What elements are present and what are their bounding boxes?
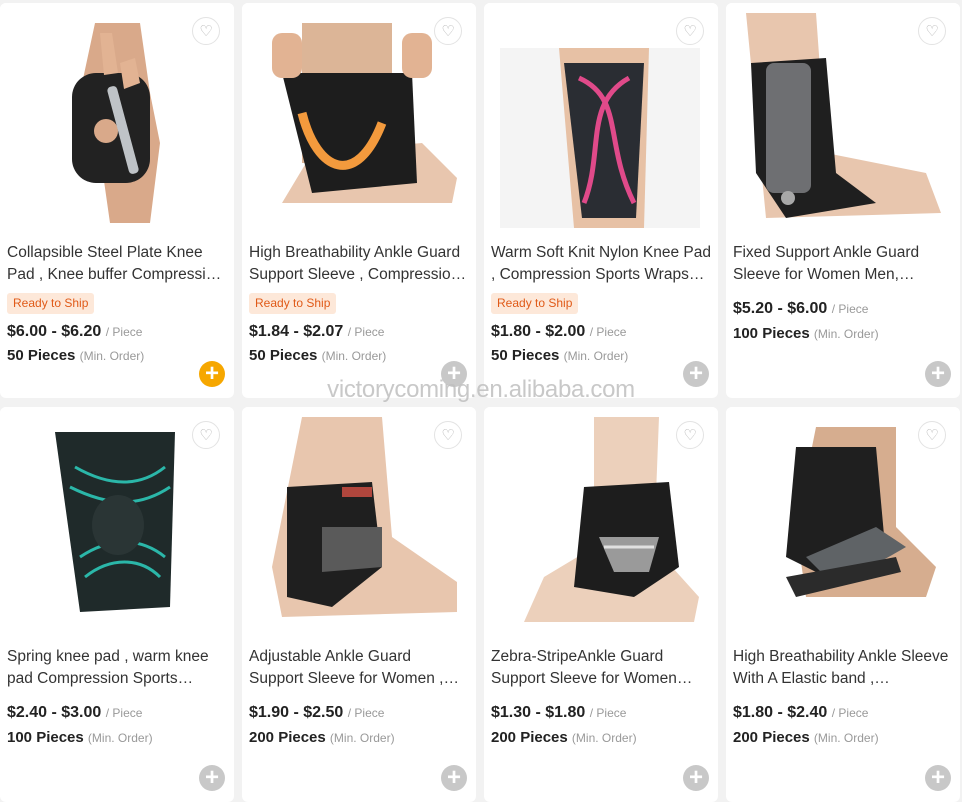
add-to-list-button[interactable]: + [683, 361, 709, 387]
heart-icon[interactable]: ♡ [676, 421, 704, 449]
price-unit: / Piece [589, 325, 627, 339]
price-row: $1.84 - $2.07 / Piece [249, 323, 384, 341]
min-order-quantity: 200 Pieces [249, 729, 326, 746]
min-order-quantity: 50 Pieces [7, 347, 76, 364]
price-unit: / Piece [589, 706, 627, 720]
min-order-label: (Min. Order) [329, 731, 395, 745]
add-to-list-button[interactable]: + [925, 765, 951, 791]
heart-icon[interactable]: ♡ [434, 17, 462, 45]
product-title[interactable]: Warm Soft Knit Nylon Knee Pad , Compress… [491, 242, 711, 286]
moq-row: 50 Pieces (Min. Order) [249, 347, 386, 364]
product-card[interactable]: ♡ Adjustable Ankle Guard Support Sleeve … [242, 407, 476, 802]
price-unit: / Piece [347, 325, 385, 339]
product-card[interactable]: ♡ Warm Soft Knit Nylon Knee Pad , Compre… [484, 3, 718, 398]
add-to-list-button[interactable]: + [925, 361, 951, 387]
price-range: $1.80 - $2.00 [491, 323, 586, 340]
min-order-label: (Min. Order) [813, 731, 879, 745]
min-order-label: (Min. Order) [321, 349, 387, 363]
price-unit: / Piece [105, 325, 143, 339]
price-range: $2.40 - $3.00 [7, 704, 102, 721]
ready-to-ship-badge: Ready to Ship [491, 293, 579, 314]
price-unit: / Piece [831, 706, 869, 720]
min-order-label: (Min. Order) [571, 731, 637, 745]
moq-row: 50 Pieces (Min. Order) [7, 347, 144, 364]
product-card[interactable]: ♡ High Breathability Ankle Guard Support… [242, 3, 476, 398]
add-to-list-button[interactable]: + [199, 361, 225, 387]
min-order-quantity: 100 Pieces [7, 729, 84, 746]
heart-icon[interactable]: ♡ [918, 17, 946, 45]
min-order-quantity: 50 Pieces [249, 347, 318, 364]
heart-icon[interactable]: ♡ [918, 421, 946, 449]
product-title[interactable]: Zebra-StripeAnkle Guard Support Sleeve f… [491, 646, 711, 690]
price-range: $1.84 - $2.07 [249, 323, 344, 340]
product-title[interactable]: High Breathability Ankle Guard Support S… [249, 242, 469, 286]
price-row: $1.90 - $2.50 / Piece [249, 704, 384, 722]
price-row: $1.80 - $2.40 / Piece [733, 704, 868, 722]
min-order-quantity: 200 Pieces [491, 729, 568, 746]
moq-row: 200 Pieces (Min. Order) [249, 729, 395, 746]
min-order-quantity: 50 Pieces [491, 347, 560, 364]
ready-to-ship-badge: Ready to Ship [249, 293, 337, 314]
moq-row: 100 Pieces (Min. Order) [733, 325, 879, 342]
price-row: $5.20 - $6.00 / Piece [733, 300, 868, 318]
price-unit: / Piece [105, 706, 143, 720]
product-title[interactable]: High Breathability Ankle Sleeve With A E… [733, 646, 953, 690]
product-card[interactable]: ♡ Fixed Support Ankle Guard Sleeve for W… [726, 3, 960, 398]
product-card[interactable]: ♡ Spring knee pad , warm knee pad Compre… [0, 407, 234, 802]
price-range: $5.20 - $6.00 [733, 300, 828, 317]
product-grid: ♡ Collapsible Steel Plate Knee Pad , Kne… [0, 0, 962, 802]
ready-to-ship-badge: Ready to Ship [7, 293, 95, 314]
price-row: $6.00 - $6.20 / Piece [7, 323, 142, 341]
min-order-label: (Min. Order) [87, 731, 153, 745]
product-title[interactable]: Collapsible Steel Plate Knee Pad , Knee … [7, 242, 227, 286]
min-order-quantity: 200 Pieces [733, 729, 810, 746]
heart-icon[interactable]: ♡ [434, 421, 462, 449]
product-title[interactable]: Adjustable Ankle Guard Support Sleeve fo… [249, 646, 469, 690]
product-card[interactable]: ♡ High Breathability Ankle Sleeve With A… [726, 407, 960, 802]
min-order-label: (Min. Order) [79, 349, 145, 363]
moq-row: 50 Pieces (Min. Order) [491, 347, 628, 364]
heart-icon[interactable]: ♡ [192, 421, 220, 449]
moq-row: 100 Pieces (Min. Order) [7, 729, 153, 746]
min-order-label: (Min. Order) [563, 349, 629, 363]
moq-row: 200 Pieces (Min. Order) [491, 729, 637, 746]
product-card[interactable]: ♡ Collapsible Steel Plate Knee Pad , Kne… [0, 3, 234, 398]
price-range: $1.80 - $2.40 [733, 704, 828, 721]
add-to-list-button[interactable]: + [441, 765, 467, 791]
moq-row: 200 Pieces (Min. Order) [733, 729, 879, 746]
add-to-list-button[interactable]: + [441, 361, 467, 387]
price-row: $1.80 - $2.00 / Piece [491, 323, 626, 341]
price-range: $1.30 - $1.80 [491, 704, 586, 721]
product-card[interactable]: ♡ Zebra-StripeAnkle Guard Support Sleeve… [484, 407, 718, 802]
heart-icon[interactable]: ♡ [192, 17, 220, 45]
product-title[interactable]: Fixed Support Ankle Guard Sleeve for Wom… [733, 242, 953, 286]
min-order-label: (Min. Order) [813, 327, 879, 341]
heart-icon[interactable]: ♡ [676, 17, 704, 45]
min-order-quantity: 100 Pieces [733, 325, 810, 342]
price-unit: / Piece [347, 706, 385, 720]
price-row: $1.30 - $1.80 / Piece [491, 704, 626, 722]
price-row: $2.40 - $3.00 / Piece [7, 704, 142, 722]
add-to-list-button[interactable]: + [199, 765, 225, 791]
price-range: $6.00 - $6.20 [7, 323, 102, 340]
product-title[interactable]: Spring knee pad , warm knee pad Compress… [7, 646, 227, 690]
add-to-list-button[interactable]: + [683, 765, 709, 791]
price-unit: / Piece [831, 302, 869, 316]
price-range: $1.90 - $2.50 [249, 704, 344, 721]
